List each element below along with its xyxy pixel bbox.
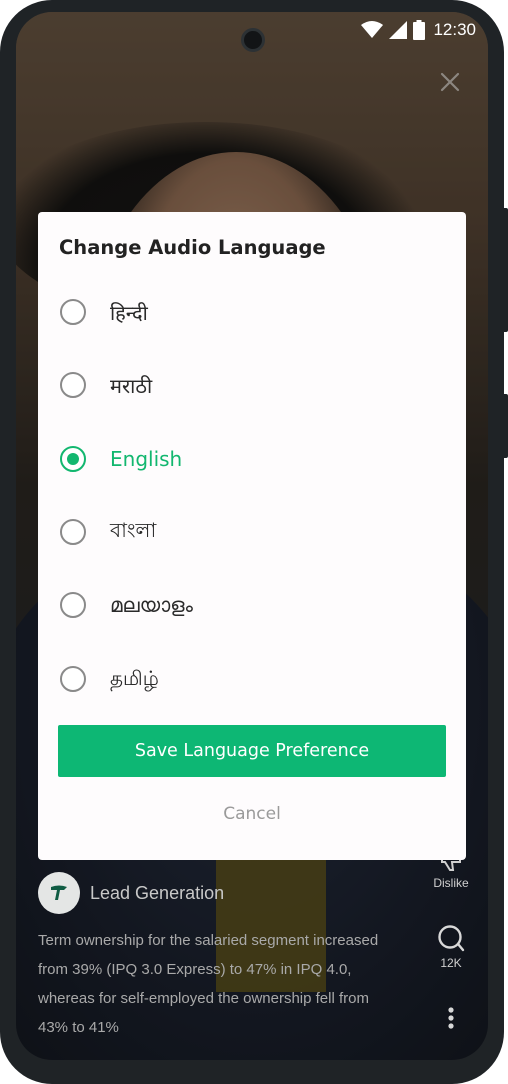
video-caption: Term ownership for the salaried segment … <box>38 932 379 1036</box>
more-vertical-icon <box>426 1006 476 1030</box>
creator-avatar[interactable] <box>38 872 80 914</box>
comments-button[interactable]: 12K <box>426 924 476 970</box>
language-option-english[interactable]: English <box>60 436 440 482</box>
language-option-malayalam[interactable]: മലയാളം <box>60 582 440 628</box>
radio-button[interactable] <box>60 592 86 618</box>
dialog-title: Change Audio Language <box>59 236 326 259</box>
radio-button-selected[interactable] <box>60 446 86 472</box>
radio-button[interactable] <box>60 519 86 545</box>
front-camera <box>241 28 265 52</box>
volume-button <box>502 208 508 332</box>
save-language-button[interactable]: Save Language Preference <box>58 725 446 777</box>
creator-info[interactable]: Lead Generation <box>38 872 224 914</box>
option-label: தமிழ் <box>110 665 159 690</box>
radio-button[interactable] <box>60 372 86 398</box>
cancel-button[interactable]: Cancel <box>202 800 302 828</box>
radio-button[interactable] <box>60 666 86 692</box>
radio-button[interactable] <box>60 299 86 325</box>
option-label: English <box>110 447 183 471</box>
power-button <box>502 394 508 458</box>
option-label: বাংলা <box>110 517 157 542</box>
status-time: 12:30 <box>433 20 476 39</box>
option-label: हिन्दी <box>110 300 148 325</box>
language-option-marathi[interactable]: मराठी <box>60 362 440 408</box>
dislike-label: Dislike <box>433 876 469 890</box>
cellular-signal-icon <box>389 21 408 39</box>
battery-icon <box>413 20 426 40</box>
comment-icon <box>426 924 476 952</box>
close-icon[interactable] <box>438 70 462 94</box>
option-label: मराठी <box>110 373 153 398</box>
status-bar: 12:30 <box>361 18 476 42</box>
wifi-icon <box>361 21 384 39</box>
comments-count: 12K <box>440 956 462 970</box>
creator-name[interactable]: Lead Generation <box>90 883 224 904</box>
language-option-hindi[interactable]: हिन्दी <box>60 289 440 335</box>
language-dialog: Change Audio Language हिन्दी मराठी Engli… <box>38 212 466 860</box>
language-option-bengali[interactable]: বাংলা <box>60 509 440 555</box>
language-option-tamil[interactable]: தமிழ் <box>60 656 440 702</box>
option-label: മലയാളം <box>110 593 193 617</box>
more-options-button[interactable] <box>426 1006 476 1034</box>
